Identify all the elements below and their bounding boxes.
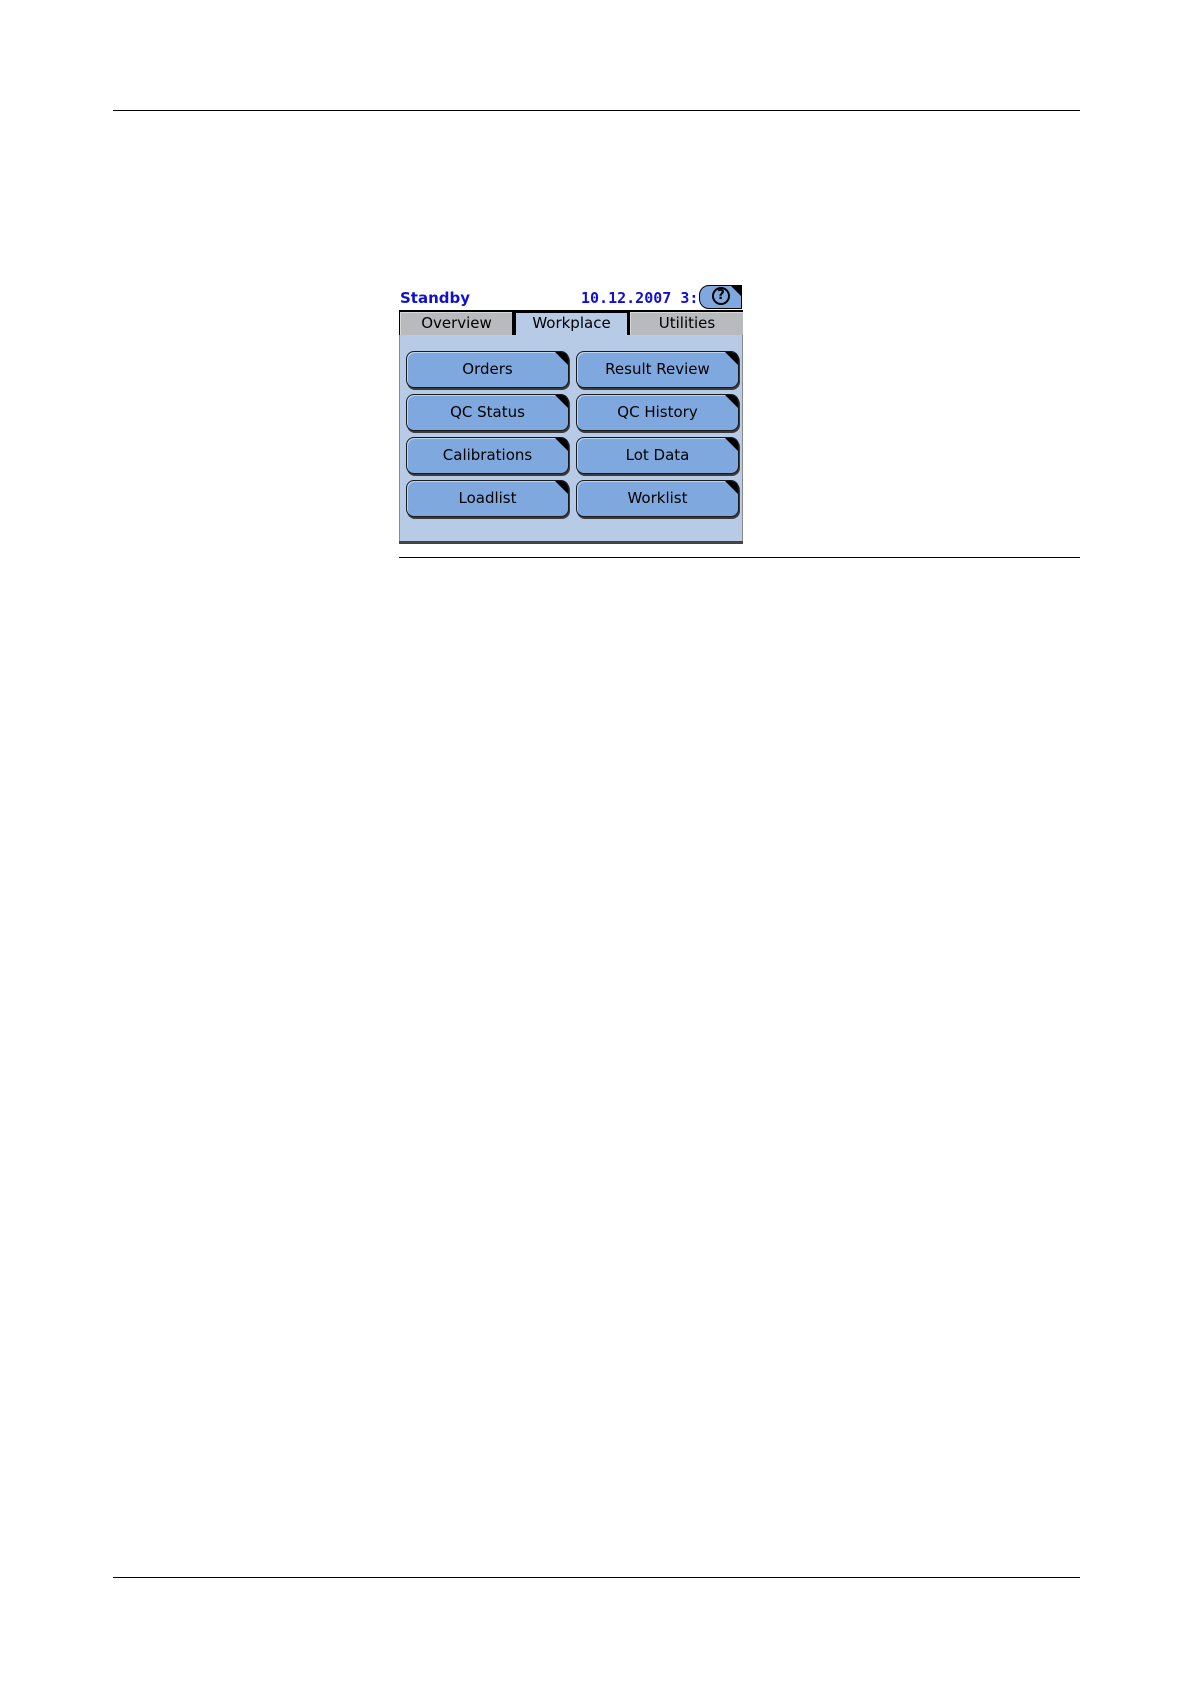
footer-rule [113, 1577, 1080, 1578]
status-bar: Standby 10.12.2007 3:44 ? [399, 284, 743, 310]
submenu-corner-icon [725, 438, 738, 451]
submenu-corner-icon [555, 395, 568, 408]
button-label: Lot Data [625, 446, 690, 464]
submenu-corner-icon [725, 395, 738, 408]
lot-data-button[interactable]: Lot Data [576, 437, 739, 474]
loadlist-button[interactable]: Loadlist [406, 480, 569, 517]
panel-bottom-edge [399, 541, 743, 544]
button-label: QC Status [450, 403, 525, 421]
submenu-corner-icon [555, 352, 568, 365]
submenu-corner-icon [731, 286, 741, 296]
help-button[interactable]: ? [699, 285, 742, 309]
qc-history-button[interactable]: QC History [576, 394, 739, 431]
submenu-corner-icon [555, 481, 568, 494]
submenu-corner-icon [725, 481, 738, 494]
button-label: QC History [617, 403, 698, 421]
qc-status-button[interactable]: QC Status [406, 394, 569, 431]
button-label: Result Review [605, 360, 710, 378]
tab-overview[interactable]: Overview [400, 312, 512, 335]
tab-utilities[interactable]: Utilities [630, 312, 743, 335]
status-text: Standby [400, 289, 471, 307]
tab-bar: Overview Workplace Utilities [399, 310, 743, 337]
calibrations-button[interactable]: Calibrations [406, 437, 569, 474]
question-mark-circle-icon: ? [712, 287, 730, 305]
worklist-button[interactable]: Worklist [576, 480, 739, 517]
instrument-screen: Standby 10.12.2007 3:44 ? Overview Workp… [399, 284, 743, 544]
result-review-button[interactable]: Result Review [576, 351, 739, 388]
button-label: Calibrations [442, 446, 533, 464]
workplace-panel: Orders Result Review QC Status QC Histor… [399, 335, 743, 541]
button-label: Orders [462, 360, 513, 378]
tab-workplace[interactable]: Workplace [515, 312, 627, 337]
submenu-corner-icon [725, 352, 738, 365]
orders-button[interactable]: Orders [406, 351, 569, 388]
date-time: 10.12.2007 3:44 [581, 289, 717, 307]
button-label: Loadlist [458, 489, 517, 507]
figure-rule [399, 557, 1080, 558]
button-label: Worklist [627, 489, 688, 507]
header-rule [113, 110, 1080, 111]
submenu-corner-icon [555, 438, 568, 451]
